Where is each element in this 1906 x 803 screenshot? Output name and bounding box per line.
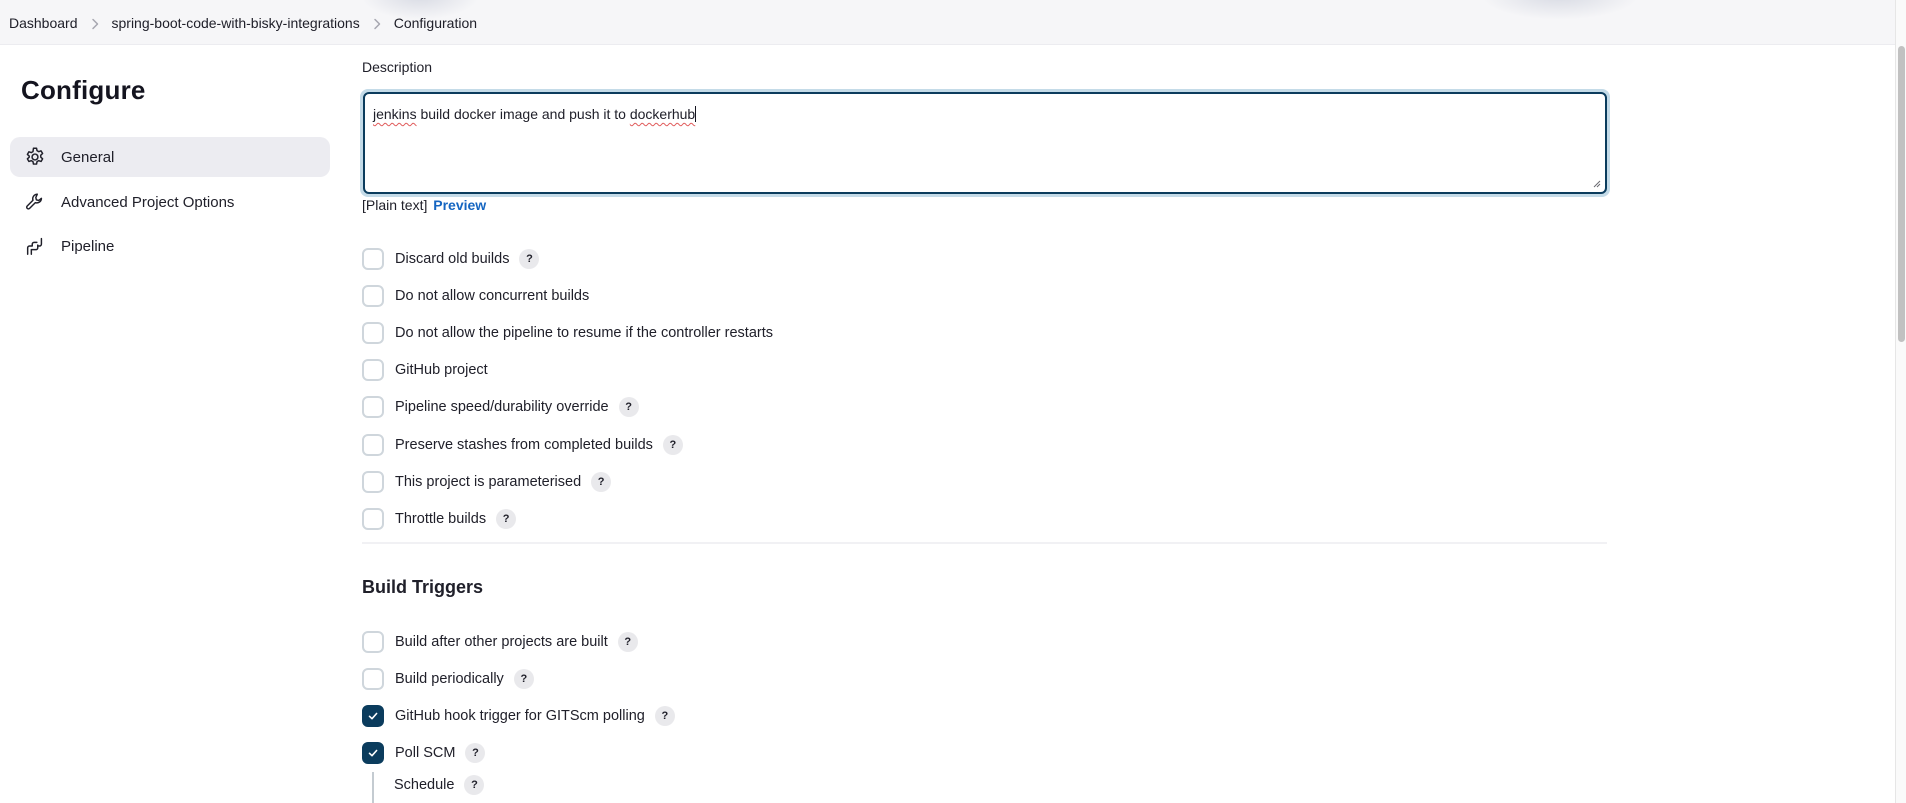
schedule-label: Schedule (394, 777, 455, 793)
preview-link[interactable]: Preview (433, 197, 486, 213)
help-icon[interactable]: ? (513, 669, 534, 689)
chevron-right-icon (360, 15, 394, 31)
throttle-builds-checkbox[interactable] (362, 508, 384, 530)
option-github-project: GitHub project (362, 358, 488, 382)
breadcrumb: Dashboard spring-boot-code-with-bisky-in… (9, 0, 477, 44)
schedule-field: Schedule ? (394, 773, 485, 797)
parameterised-checkbox[interactable] (362, 471, 384, 493)
help-icon[interactable]: ? (496, 509, 517, 529)
page-scrollbar[interactable] (1895, 0, 1906, 803)
build-periodically-checkbox[interactable] (362, 668, 384, 690)
preserve-stashes-checkbox[interactable] (362, 434, 384, 456)
jenkins-configure-page: Dashboard spring-boot-code-with-bisky-in… (0, 0, 1906, 803)
gear-icon (23, 145, 47, 169)
plain-text-label: [Plain text] (362, 197, 428, 213)
option-build-after-other-projects: Build after other projects are built ? (362, 630, 638, 654)
text-format-line: [Plain text] Preview (362, 197, 486, 213)
help-icon[interactable]: ? (519, 249, 540, 269)
option-throttle-builds: Throttle builds ? (362, 507, 517, 531)
help-icon[interactable]: ? (662, 435, 683, 455)
discard-old-builds-checkbox[interactable] (362, 248, 384, 270)
section-divider (362, 542, 1607, 544)
help-icon[interactable]: ? (591, 472, 612, 492)
pipeline-durability-checkbox[interactable] (362, 396, 384, 418)
github-project-checkbox[interactable] (362, 359, 384, 381)
sidebar-item-label: General (61, 148, 115, 166)
checkmark-icon (368, 712, 378, 720)
text-caret (695, 106, 697, 122)
sidebar-item-label: Advanced Project Options (61, 193, 235, 211)
description-focus-ring: jenkins build docker image and push it t… (360, 89, 1610, 197)
help-icon[interactable]: ? (617, 632, 638, 652)
option-github-hook-trigger: GitHub hook trigger for GITScm polling ? (362, 704, 675, 728)
resize-grip-icon[interactable] (1592, 179, 1601, 188)
sidebar-item-general[interactable]: General (10, 137, 330, 177)
option-pipeline-durability-override: Pipeline speed/durability override ? (362, 395, 639, 419)
checkmark-icon (368, 749, 378, 757)
build-after-other-projects-checkbox[interactable] (362, 631, 384, 653)
scrollbar-thumb[interactable] (1898, 46, 1905, 342)
pipeline-icon (23, 234, 47, 258)
github-hook-trigger-checkbox[interactable] (362, 705, 384, 727)
wrench-icon (23, 190, 47, 214)
sidebar-item-label: Pipeline (61, 237, 115, 255)
page-title: Configure (21, 75, 146, 105)
breadcrumb-configuration[interactable]: Configuration (394, 15, 477, 31)
option-no-concurrent-builds: Do not allow concurrent builds (362, 284, 589, 308)
poll-scm-checkbox[interactable] (362, 742, 384, 764)
option-build-periodically: Build periodically ? (362, 667, 534, 691)
help-icon[interactable]: ? (464, 775, 485, 795)
chevron-right-icon (78, 15, 112, 31)
help-icon[interactable]: ? (654, 706, 675, 726)
option-no-resume-pipeline: Do not allow the pipeline to resume if t… (362, 321, 773, 345)
sidebar-item-pipeline[interactable]: Pipeline (10, 226, 330, 266)
option-preserve-stashes: Preserve stashes from completed builds ? (362, 433, 683, 457)
option-parameterised: This project is parameterised ? (362, 470, 612, 494)
description-label: Description (362, 59, 433, 75)
help-icon[interactable]: ? (618, 397, 639, 417)
description-value: jenkins build docker image and push it t… (373, 106, 697, 122)
no-resume-pipeline-checkbox[interactable] (362, 322, 384, 344)
option-poll-scm: Poll SCM ? (362, 741, 486, 765)
breadcrumb-bar: Dashboard spring-boot-code-with-bisky-in… (0, 0, 1896, 45)
build-triggers-heading: Build Triggers (362, 577, 484, 597)
option-discard-old-builds: Discard old builds ? (362, 247, 540, 271)
no-concurrent-builds-checkbox[interactable] (362, 285, 384, 307)
nested-section-rule (372, 772, 374, 803)
breadcrumb-project[interactable]: spring-boot-code-with-bisky-integrations (112, 15, 360, 31)
help-icon[interactable]: ? (465, 743, 486, 763)
sidebar-item-advanced-project-options[interactable]: Advanced Project Options (10, 182, 330, 222)
breadcrumb-dashboard[interactable]: Dashboard (9, 15, 78, 31)
